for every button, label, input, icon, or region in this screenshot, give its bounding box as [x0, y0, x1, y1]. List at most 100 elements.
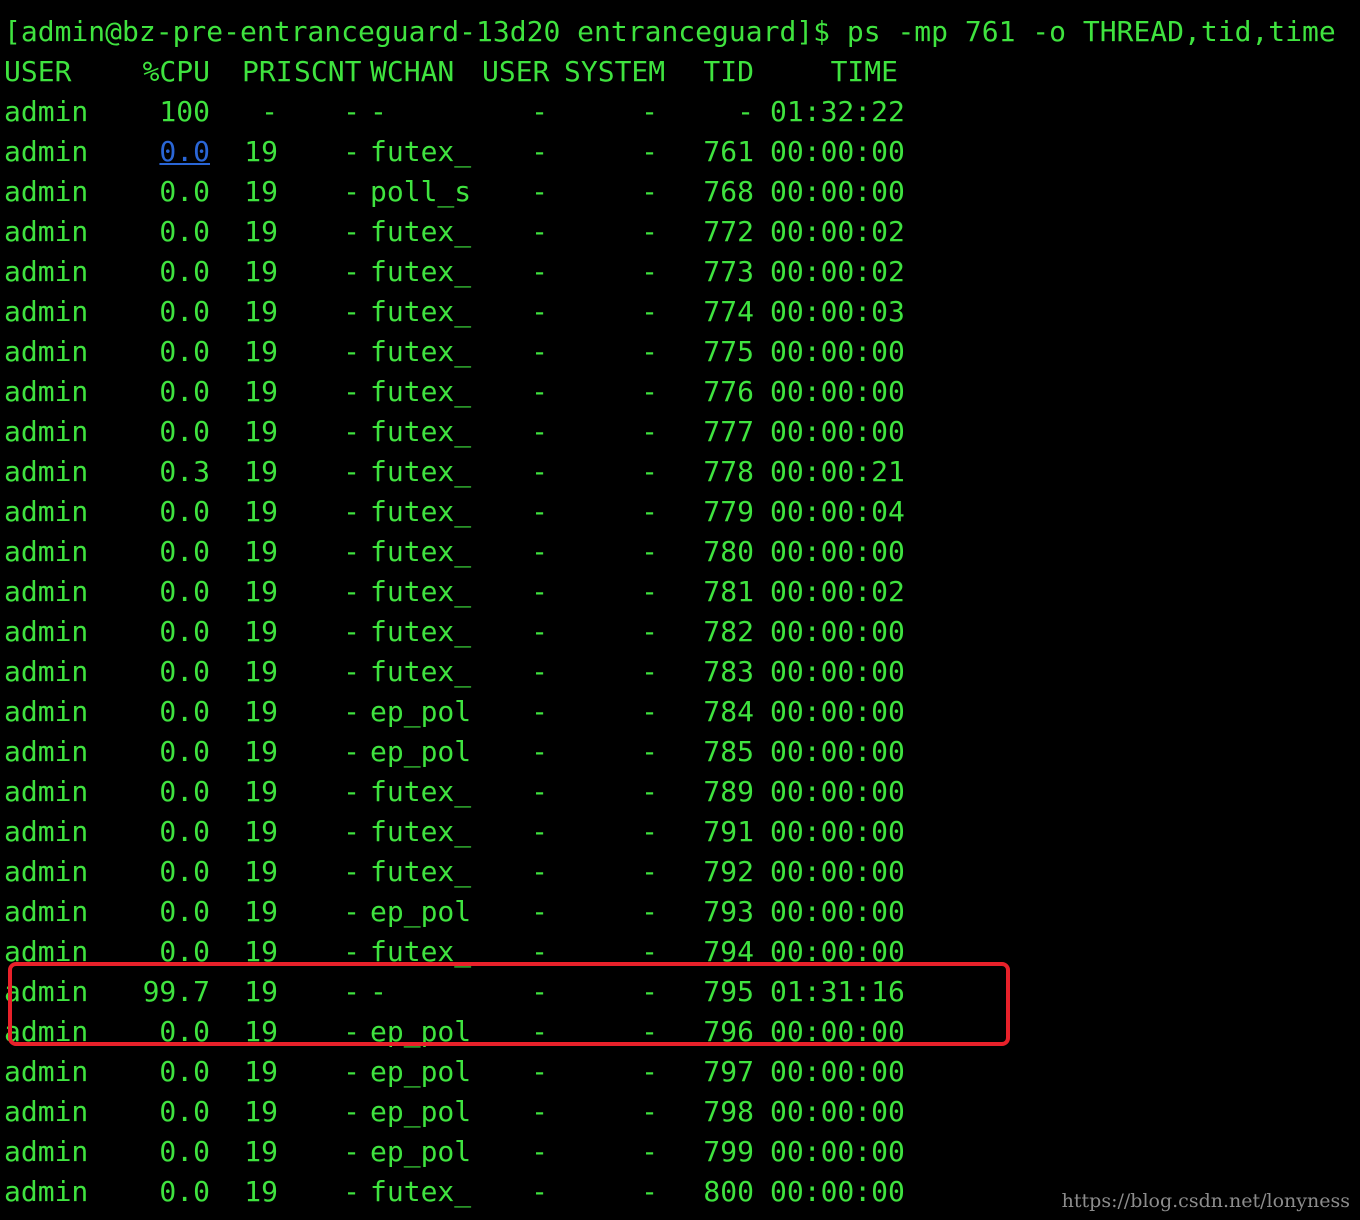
cell-sys: - [641, 335, 658, 368]
table-row: admin 0.0 19- futex_ - -789 00:00:00 [4, 772, 944, 812]
table-row: admin 0.0 19- ep_pol - -797 00:00:00 [4, 1052, 944, 1092]
column-header: SCNT [294, 55, 362, 88]
cell-tid: 791 [703, 815, 754, 848]
cell-user: admin [4, 455, 89, 488]
cell-cpu: 100 [159, 95, 210, 128]
table-row: admin 0.0 19- ep_pol - -796 00:00:00 [4, 1012, 944, 1052]
table-row: admin 0.0 19- ep_pol - -799 00:00:00 [4, 1132, 944, 1172]
cell-usr: - [531, 615, 548, 648]
cell-usr: - [531, 535, 548, 568]
terminal-window[interactable]: [admin@bz-pre-entranceguard-13d20 entran… [0, 0, 1360, 1220]
cell-tid: 795 [703, 975, 754, 1008]
cell-tid: 782 [703, 615, 754, 648]
cpu-link[interactable]: 0.0 [124, 132, 210, 172]
cell-cpu: 0.0 [159, 1015, 210, 1048]
cell-sys: - [641, 655, 658, 688]
cell-user: admin [4, 175, 89, 208]
cell-pri: 19 [244, 895, 278, 928]
cell-time: 00:00:00 [770, 815, 905, 848]
cell-time: 00:00:00 [770, 1015, 905, 1048]
cell-cpu: 0.0 [159, 1095, 210, 1128]
cell-scnt: - [343, 95, 360, 128]
cell-user: admin [4, 1015, 89, 1048]
cell-scnt: - [343, 1015, 360, 1048]
cell-scnt: - [343, 695, 360, 728]
cell-cpu: 0.0 [159, 655, 210, 688]
cell-scnt: - [343, 535, 360, 568]
cell-usr: - [531, 495, 548, 528]
cell-user: admin [4, 1055, 89, 1088]
cell-wchan: futex_ [370, 855, 472, 888]
cell-cpu: 0.0 [159, 255, 210, 288]
cell-user: admin [4, 655, 89, 688]
cell-wchan: futex_ [370, 295, 472, 328]
cell-wchan: ep_pol [370, 1055, 472, 1088]
cell-usr: - [531, 415, 548, 448]
cell-sys: - [641, 175, 658, 208]
cell-scnt: - [343, 895, 360, 928]
cell-cpu: 0.0 [159, 375, 210, 408]
cell-wchan: futex_ [370, 215, 472, 248]
cell-sys: - [641, 615, 658, 648]
cell-sys: - [641, 415, 658, 448]
table-row: admin 0.0 19- ep_pol - -798 00:00:00 [4, 1092, 944, 1132]
cell-time: 00:00:00 [770, 1135, 905, 1168]
cell-cpu: 99.7 [142, 975, 210, 1008]
cell-sys: - [641, 855, 658, 888]
cell-scnt: - [343, 575, 360, 608]
cell-pri: 19 [244, 295, 278, 328]
table-row: admin 0.0 19- futex_ - -772 00:00:02 [4, 212, 944, 252]
cell-usr: - [531, 175, 548, 208]
cell-cpu: 0.0 [159, 735, 210, 768]
cell-pri: 19 [244, 1135, 278, 1168]
table-row: admin 100- - - - - -01:32:22 [4, 92, 944, 132]
cell-usr: - [531, 1055, 548, 1088]
cell-user: admin [4, 815, 89, 848]
cell-usr: - [531, 295, 548, 328]
cell-user: admin [4, 935, 89, 968]
cell-sys: - [641, 1095, 658, 1128]
cell-wchan: futex_ [370, 495, 472, 528]
cell-cpu: 0.0 [159, 535, 210, 568]
cell-scnt: - [343, 295, 360, 328]
cell-wchan: - [370, 95, 387, 128]
cell-scnt: - [343, 855, 360, 888]
cell-scnt: - [343, 415, 360, 448]
table-row: admin 0.0 19- futex_ - -776 00:00:00 [4, 372, 944, 412]
cell-scnt: - [343, 1055, 360, 1088]
cell-cpu: 0.0 [159, 775, 210, 808]
cell-usr: - [531, 215, 548, 248]
cell-scnt: - [343, 495, 360, 528]
cell-sys: - [641, 455, 658, 488]
cell-pri: 19 [244, 1055, 278, 1088]
table-row: admin 99.7 19- - - -795 01:31:16 [4, 972, 944, 1012]
cell-time: 00:00:02 [770, 215, 905, 248]
cell-tid: 772 [703, 215, 754, 248]
cell-usr: - [531, 975, 548, 1008]
cell-pri: 19 [244, 375, 278, 408]
cell-sys: - [641, 1175, 658, 1208]
cell-sys: - [641, 735, 658, 768]
cell-sys: - [641, 575, 658, 608]
cell-scnt: - [343, 1135, 360, 1168]
cell-sys: - [641, 1055, 658, 1088]
cell-time: 00:00:00 [770, 735, 905, 768]
cell-cpu: 0.0 [159, 335, 210, 368]
cell-tid: 781 [703, 575, 754, 608]
command-prompt-line: [admin@bz-pre-entranceguard-13d20 entran… [4, 15, 1336, 48]
cell-pri: 19 [244, 175, 278, 208]
cell-usr: - [531, 775, 548, 808]
cell-user: admin [4, 975, 89, 1008]
cell-wchan: futex_ [370, 815, 472, 848]
cell-user: admin [4, 695, 89, 728]
column-header: USER [4, 55, 72, 88]
cell-time: 00:00:03 [770, 295, 905, 328]
cell-time: 00:00:00 [770, 535, 905, 568]
cell-time: 01:32:22 [770, 95, 905, 128]
cell-cpu: 0.0 [159, 415, 210, 448]
cell-pri: 19 [244, 495, 278, 528]
cell-tid: 798 [703, 1095, 754, 1128]
cell-usr: - [531, 1175, 548, 1208]
cell-cpu: 0.0 [159, 215, 210, 248]
cell-time: 00:00:02 [770, 575, 905, 608]
